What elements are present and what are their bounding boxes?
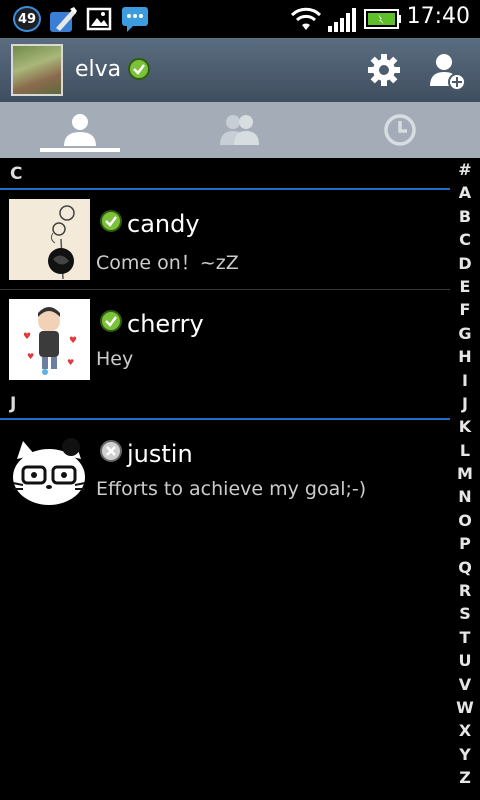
- tab-contacts[interactable]: [0, 102, 160, 158]
- index-letter[interactable]: R: [450, 579, 480, 602]
- contact-list: C candy Come on！~zZ ♥ ♥ ♥ ♥ cherry Hey J…: [0, 158, 450, 800]
- wand-edit-icon: [50, 7, 77, 32]
- index-letter[interactable]: E: [450, 275, 480, 298]
- index-letter[interactable]: X: [450, 719, 480, 742]
- index-letter[interactable]: F: [450, 298, 480, 321]
- contact-item-cherry[interactable]: ♥ ♥ ♥ ♥ cherry Hey: [0, 290, 450, 390]
- index-letter[interactable]: Z: [450, 766, 480, 789]
- tab-groups[interactable]: [160, 102, 320, 158]
- clock-time: 17:40: [406, 4, 470, 29]
- index-letter[interactable]: #: [450, 158, 480, 181]
- picture-icon: [86, 7, 112, 31]
- notification-count-badge: 49: [13, 6, 41, 32]
- status-bar: 49 17:40: [0, 0, 480, 38]
- contact-name: cherry: [127, 310, 204, 338]
- contact-status-message: Come on！~zZ: [96, 252, 239, 274]
- contact-avatar: [9, 199, 90, 280]
- contact-name: justin: [127, 440, 193, 468]
- add-contact-icon[interactable]: [428, 52, 468, 92]
- section-header-j: J: [0, 388, 450, 420]
- index-letter[interactable]: N: [450, 485, 480, 508]
- index-letter[interactable]: O: [450, 509, 480, 532]
- tab-bar: [0, 102, 480, 158]
- index-letter[interactable]: P: [450, 532, 480, 555]
- battery-icon: [364, 9, 401, 29]
- index-letter[interactable]: V: [450, 673, 480, 696]
- app-header: elva: [0, 38, 480, 102]
- online-status-icon: [128, 58, 150, 80]
- settings-gear-icon[interactable]: [366, 52, 402, 88]
- svg-text:♥: ♥: [23, 332, 31, 342]
- index-letter[interactable]: Q: [450, 556, 480, 579]
- svg-text:♥: ♥: [69, 336, 77, 346]
- kitty-avatar-image: [9, 429, 90, 510]
- group-icon: [220, 115, 259, 145]
- contact-status-message: Efforts to achieve my goal;-): [96, 478, 367, 500]
- index-letter[interactable]: I: [450, 369, 480, 392]
- index-letter[interactable]: M: [450, 462, 480, 485]
- index-letter[interactable]: C: [450, 228, 480, 251]
- section-header-c: C: [0, 158, 450, 190]
- index-letter[interactable]: D: [450, 252, 480, 275]
- person-icon: [64, 114, 96, 146]
- contact-item-justin[interactable]: justin Efforts to achieve my goal;-): [0, 420, 450, 520]
- index-letter[interactable]: T: [450, 626, 480, 649]
- self-name: elva: [75, 57, 122, 82]
- alphabet-index[interactable]: # A B C D E F G H I J K L M N O P Q R S T U V W X Y Z: [450, 158, 480, 800]
- index-letter[interactable]: K: [450, 415, 480, 438]
- online-status-icon: [100, 210, 122, 232]
- signal-icon: [328, 8, 356, 32]
- index-letter[interactable]: A: [450, 181, 480, 204]
- index-letter[interactable]: G: [450, 322, 480, 345]
- wifi-icon: [290, 7, 322, 30]
- index-letter[interactable]: B: [450, 205, 480, 228]
- active-tab-indicator: [40, 148, 120, 152]
- index-letter[interactable]: U: [450, 649, 480, 672]
- index-letter[interactable]: L: [450, 439, 480, 462]
- contact-item-candy[interactable]: candy Come on！~zZ: [0, 190, 450, 290]
- tab-recent[interactable]: [320, 102, 480, 158]
- index-letter[interactable]: Y: [450, 743, 480, 766]
- self-avatar[interactable]: [11, 44, 63, 96]
- cartoon-avatar-image: ♥ ♥ ♥ ♥: [9, 299, 90, 380]
- index-letter[interactable]: W: [450, 696, 480, 719]
- index-letter[interactable]: H: [450, 345, 480, 368]
- contact-name: candy: [127, 210, 200, 238]
- clock-icon: [384, 114, 416, 146]
- index-letter[interactable]: S: [450, 602, 480, 625]
- offline-status-icon: [100, 440, 122, 462]
- svg-text:♥: ♥: [27, 352, 34, 361]
- online-status-icon: [100, 310, 122, 332]
- index-letter[interactable]: J: [450, 392, 480, 415]
- chat-icon: [122, 7, 148, 32]
- contact-status-message: Hey: [96, 348, 134, 370]
- contact-avatar: [9, 429, 90, 510]
- svg-text:♥: ♥: [67, 358, 74, 367]
- rose-avatar-image: [9, 199, 90, 280]
- contact-avatar: ♥ ♥ ♥ ♥: [9, 299, 90, 380]
